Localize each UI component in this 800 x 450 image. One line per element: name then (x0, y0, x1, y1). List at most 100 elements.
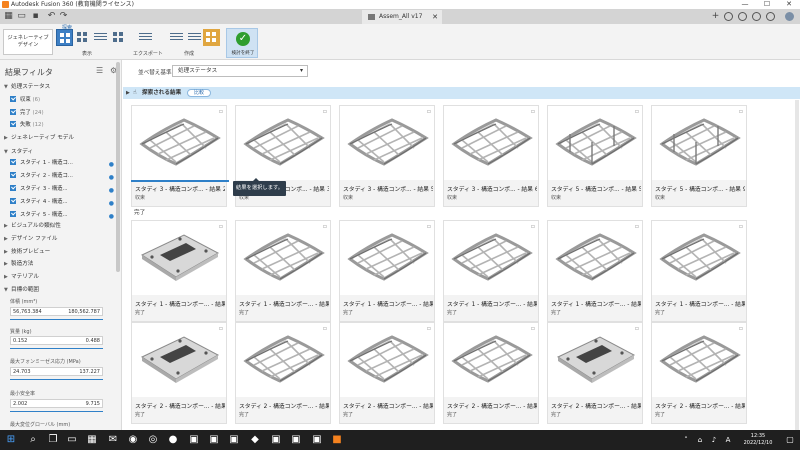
checkbox[interactable] (10, 108, 16, 115)
safety-max[interactable]: 9.715 (86, 400, 100, 408)
volume-min[interactable]: 56,763.384 (13, 308, 42, 316)
result-thumbnail[interactable] (340, 323, 434, 397)
tech-preview-section[interactable]: ▶ 技術プレビュー (4, 248, 116, 257)
result-info-icon[interactable]: ▫ (323, 325, 327, 332)
study-filter-5[interactable]: スタディ 5 - 構造... ● (10, 210, 118, 220)
result-thumbnail[interactable] (340, 221, 434, 295)
minimize-button[interactable]: — (734, 0, 756, 9)
result-card[interactable]: ▫ スタディ 2 - 構造コンポー... - 結果 3 完了 (339, 322, 435, 424)
filter-panel-scrollbar[interactable] (116, 62, 120, 272)
user-avatar[interactable] (785, 12, 794, 21)
volume-max[interactable]: 180,562.787 (68, 308, 100, 316)
result-card[interactable]: ▫ スタディ 2 - 構造コンポー... - 結果 2 完了 (235, 322, 331, 424)
material-section[interactable]: ▶ マテリアル (4, 273, 116, 282)
result-info-icon[interactable]: ▫ (531, 108, 535, 115)
mass-min[interactable]: 0.152 (13, 337, 27, 345)
compare-button[interactable]: 比較 (187, 89, 211, 97)
folder-icon[interactable]: ▭ (16, 11, 27, 22)
checkbox[interactable] (10, 184, 16, 191)
result-card[interactable]: ▫ スタディ 2 - 構造コンポー... - 結果 1 完了 (131, 322, 227, 424)
list-view-button[interactable] (92, 29, 109, 46)
result-thumbnail[interactable] (132, 323, 226, 397)
checkbox[interactable] (10, 95, 16, 102)
result-info-icon[interactable]: ▫ (531, 223, 535, 230)
result-card[interactable]: ▫ スタディ 1 - 構造コンポー... - 結果 5 完了 (547, 220, 643, 322)
checkbox[interactable] (10, 120, 16, 127)
result-info-icon[interactable]: ▫ (739, 108, 743, 115)
stress-max[interactable]: 137.227 (79, 368, 100, 376)
teams-icon[interactable]: ▣ (228, 434, 240, 446)
result-card[interactable]: ▫ スタディ 3 - 構造コンポ... - 結果 5 収束 (339, 105, 435, 207)
notification-center-icon[interactable]: ▢ (784, 434, 796, 446)
calendar-icon[interactable]: ▦ (86, 434, 98, 446)
result-thumbnail[interactable] (444, 106, 538, 180)
mass-max[interactable]: 0.488 (86, 337, 100, 345)
checkbox[interactable] (10, 158, 16, 165)
line-icon[interactable]: ● (167, 434, 179, 446)
edge-icon[interactable]: ◎ (147, 434, 159, 446)
results-scrollbar[interactable] (795, 100, 799, 430)
result-info-icon[interactable]: ▫ (635, 108, 639, 115)
mass-range-slider[interactable] (10, 348, 103, 349)
result-thumbnail[interactable] (652, 323, 746, 397)
new-tab-icon[interactable]: + (710, 11, 721, 22)
detail-view-button[interactable] (110, 29, 127, 46)
result-thumbnail[interactable] (444, 323, 538, 397)
status-filter-converged[interactable]: 収束 (6) (10, 95, 118, 105)
result-info-icon[interactable]: ▫ (323, 223, 327, 230)
status-filter-failed[interactable]: 失敗 (12) (10, 120, 118, 130)
result-card[interactable]: ▫ スタディ 3 - 構造コンポ... - 結果 6 収束 (443, 105, 539, 207)
close-tab-icon[interactable]: ✕ (432, 10, 438, 24)
status-section[interactable]: ▼ 処理ステータス (4, 83, 116, 92)
document-tab[interactable]: Assem_All v17 ✕ (362, 10, 442, 24)
result-info-icon[interactable]: ▫ (427, 325, 431, 332)
result-card[interactable]: ▫ スタディ 1 - 構造コンポー... - 結果 3 完了 (339, 220, 435, 322)
status-filter-completed[interactable]: 完了 (24) (10, 108, 118, 118)
stress-min[interactable]: 24.703 (13, 368, 31, 376)
export-group-label[interactable]: エクスポート (133, 50, 163, 57)
notifications-icon[interactable] (752, 12, 761, 21)
result-card[interactable]: ▫ スタディ 5 - 構造コンポ... - 結果 5 収束 (547, 105, 643, 207)
job-status-icon[interactable] (738, 12, 747, 21)
study-filter-1[interactable]: スタディ 1 - 構造コ... ● (10, 158, 118, 168)
ime-icon[interactable]: A (722, 434, 734, 446)
result-info-icon[interactable]: ▫ (219, 108, 223, 115)
result-info-icon[interactable]: ▫ (219, 325, 223, 332)
result-thumbnail[interactable] (548, 323, 642, 397)
result-info-icon[interactable]: ▫ (531, 325, 535, 332)
close-window-button[interactable]: ✕ (778, 0, 800, 9)
create-design-button[interactable] (203, 29, 220, 46)
stress-range-field[interactable]: 24.703 137.227 (10, 367, 103, 376)
sort-dropdown[interactable]: 処理ステータス ▾ (172, 65, 308, 77)
redo-icon[interactable]: ↷ (58, 11, 69, 22)
result-thumbnail[interactable] (236, 221, 330, 295)
result-card[interactable]: ▫ スタディ 2 - 構造コンポー... - 結果 6 完了 (651, 322, 747, 424)
result-info-icon[interactable]: ▫ (219, 223, 223, 230)
result-info-icon[interactable]: ▫ (635, 325, 639, 332)
result-card[interactable]: ▫ スタディ 5 - 構造コンポ... - 結果 9 収束 (651, 105, 747, 207)
chrome-icon[interactable]: ◉ (127, 434, 139, 446)
safety-factor-range-slider[interactable] (10, 411, 103, 412)
fusion360-taskbar-icon[interactable]: ■ (331, 434, 343, 446)
result-card[interactable]: ▫ スタディ 1 - 構造コンポー... - 結果 6 完了 (651, 220, 747, 322)
maximize-button[interactable]: ☐ (756, 0, 778, 9)
result-card[interactable]: ▫ スタディ 2 - 構造コンポー... - 結果 4 完了 (443, 322, 539, 424)
volume-range-slider[interactable] (10, 319, 103, 320)
result-card[interactable]: ▫ スタディ 1 - 構造コンポー... - 結果 4 完了 (443, 220, 539, 322)
result-thumbnail[interactable] (132, 221, 226, 295)
volume-range-field[interactable]: 56,763.384 180,562.787 (10, 307, 103, 316)
result-thumbnail[interactable] (132, 106, 226, 180)
result-info-icon[interactable]: ▫ (427, 223, 431, 230)
system-clock[interactable]: 12:35 2022/12/10 (738, 433, 778, 447)
result-thumbnail[interactable] (236, 106, 330, 180)
search-icon[interactable]: ⌕ (27, 434, 39, 446)
undo-icon[interactable]: ↶ (46, 11, 57, 22)
create-table-button[interactable] (168, 29, 185, 46)
help-icon[interactable] (766, 12, 775, 21)
visual-similarity-section[interactable]: ▶ ビジュアルの類似性 (4, 222, 116, 231)
result-thumbnail[interactable] (444, 221, 538, 295)
office-icon[interactable]: ▣ (290, 434, 302, 446)
finish-exploration-button[interactable]: ✓ 検討を終了 (226, 28, 258, 58)
result-card[interactable]: ▫ スタディ 1 - 構造コンポー... - 結果 2 完了 (235, 220, 331, 322)
word-icon[interactable]: ▣ (208, 434, 220, 446)
